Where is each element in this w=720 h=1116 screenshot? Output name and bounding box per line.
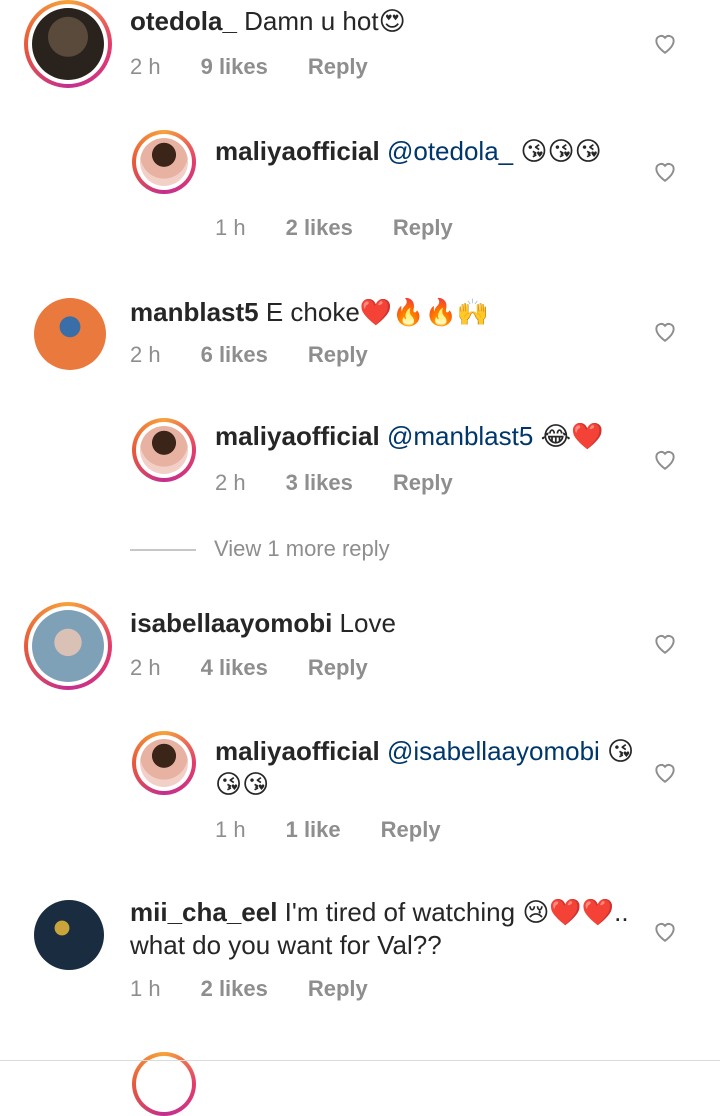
comment-text: E choke (265, 297, 360, 327)
comment-emojis: 😘😘😘 (520, 136, 602, 166)
avatar[interactable] (34, 900, 104, 970)
heart-outline-icon[interactable] (652, 158, 678, 184)
comment-text: Damn u hot (244, 6, 379, 36)
reply-button[interactable]: Reply (381, 817, 441, 843)
heart-outline-icon[interactable] (652, 630, 678, 656)
heart-outline-icon[interactable] (652, 446, 678, 472)
comment-emojis: ❤️🔥🔥🙌 (359, 297, 490, 327)
reply-button[interactable]: Reply (308, 342, 368, 368)
avatar[interactable] (132, 130, 196, 194)
comment-time: 2 h (215, 470, 246, 495)
mention-link[interactable]: @isabellaayomobi (387, 736, 600, 766)
heart-outline-icon[interactable] (652, 759, 678, 785)
comment-text: Love (339, 608, 396, 638)
reply-button[interactable]: Reply (308, 54, 368, 80)
comment-time: 2 h (130, 342, 161, 367)
heart-outline-icon[interactable] (652, 918, 678, 944)
comment-username[interactable]: maliyaofficial (215, 421, 380, 451)
heart-outline-icon[interactable] (652, 318, 678, 344)
comment-text-trail: .. (614, 897, 629, 927)
comment-likes[interactable]: 4 likes (201, 655, 268, 681)
mention-link[interactable]: @otedola_ (387, 136, 513, 166)
comment-likes[interactable]: 2 likes (201, 976, 268, 1002)
view-more-label: View 1 more reply (214, 536, 390, 561)
avatar[interactable] (24, 0, 112, 88)
comment-username[interactable]: maliyaofficial (215, 136, 380, 166)
comment-emojis: 😍 (378, 6, 406, 36)
avatar[interactable] (24, 602, 112, 690)
comment-emojis: 😂❤️ (540, 421, 604, 451)
reply-button[interactable]: Reply (393, 470, 453, 496)
comment-time: 1 h (215, 215, 246, 240)
comment-likes[interactable]: 6 likes (201, 342, 268, 368)
comment-text-line2: what do you want for Val?? (130, 930, 442, 960)
reply-button[interactable]: Reply (393, 215, 453, 241)
comment-text: I'm tired of watching (284, 897, 516, 927)
comment-time: 2 h (130, 655, 161, 680)
comment-time: 1 h (130, 976, 161, 1001)
comment-emojis: 😢❤️❤️ (522, 897, 615, 927)
divider-line (130, 549, 196, 551)
comment-likes[interactable]: 1 like (286, 817, 341, 843)
comment-username[interactable]: maliyaofficial (215, 736, 380, 766)
mention-link[interactable]: @manblast5 (387, 421, 533, 451)
view-more-replies[interactable]: View 1 more reply (130, 536, 690, 570)
comment-time: 1 h (215, 817, 246, 842)
comment-username[interactable]: isabellaayomobi (130, 608, 332, 638)
comment-likes[interactable]: 9 likes (201, 54, 268, 80)
heart-outline-icon[interactable] (652, 30, 678, 56)
comment-username[interactable]: otedola_ (130, 6, 237, 36)
comment-likes[interactable]: 2 likes (286, 215, 353, 241)
comment-username[interactable]: mii_cha_eel (130, 897, 277, 927)
comment-username[interactable]: manblast5 (130, 297, 259, 327)
avatar[interactable] (34, 298, 106, 370)
avatar[interactable] (132, 731, 196, 795)
comment-likes[interactable]: 3 likes (286, 470, 353, 496)
reply-button[interactable]: Reply (308, 655, 368, 681)
comment-time: 2 h (130, 54, 161, 79)
avatar[interactable] (132, 418, 196, 482)
avatar[interactable] (132, 1052, 196, 1116)
reply-button[interactable]: Reply (308, 976, 368, 1002)
bottom-divider (0, 1060, 720, 1061)
